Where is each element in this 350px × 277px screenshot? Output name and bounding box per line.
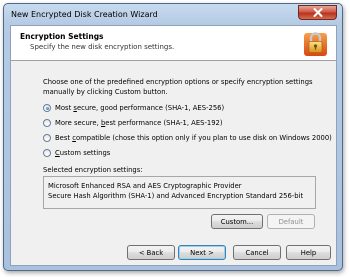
selected-settings-label: Selected encryption settings: bbox=[43, 166, 143, 174]
window-title: New Encrypted Disk Creation Wizard bbox=[11, 10, 158, 19]
instructions-line-1: Choose one of the predefined encryption … bbox=[43, 78, 313, 86]
selected-settings-line-2: Secure Hash Algorithm (SHA-1) and Advanc… bbox=[48, 192, 304, 200]
radio-button[interactable] bbox=[43, 119, 51, 127]
selected-settings-line-1: Microsoft Enhanced RSA and AES Cryptogra… bbox=[48, 182, 242, 190]
wizard-header: Encryption Settings Specify the new disk… bbox=[11, 26, 336, 61]
option-label: More secure, best performance (SHA-1, AE… bbox=[55, 119, 223, 127]
close-button[interactable] bbox=[298, 5, 337, 20]
access-key-letter: b bbox=[100, 119, 106, 127]
selected-settings-box: Microsoft Enhanced RSA and AES Cryptogra… bbox=[43, 176, 316, 209]
option-label: Best compatible (chose this option only … bbox=[55, 134, 332, 142]
title-bar[interactable]: New Encrypted Disk Creation Wizard bbox=[4, 4, 342, 25]
option-label: Custom settings bbox=[55, 149, 111, 157]
option-label: Most secure, good performance (SHA-1, AE… bbox=[55, 104, 225, 112]
wizard-body: Encryption Settings Specify the new disk… bbox=[10, 25, 337, 266]
option-custom-settings[interactable]: Custom settings bbox=[43, 149, 110, 157]
page-subtitle: Specify the new disk encryption settings… bbox=[30, 43, 175, 51]
radio-button[interactable] bbox=[43, 149, 51, 157]
page-title: Encryption Settings bbox=[20, 32, 104, 41]
option-more-secure[interactable]: More secure, best performance (SHA-1, AE… bbox=[43, 119, 223, 127]
radio-button[interactable] bbox=[43, 134, 51, 142]
radio-button-checked[interactable] bbox=[43, 104, 51, 112]
option-most-secure[interactable]: Most secure, good performance (SHA-1, AE… bbox=[43, 104, 224, 112]
padlock-icon bbox=[304, 32, 327, 56]
cancel-button[interactable]: Cancel bbox=[233, 245, 281, 260]
access-key-letter: c bbox=[72, 134, 76, 142]
next-button[interactable]: Next > bbox=[178, 245, 226, 260]
access-key-letter: s bbox=[73, 104, 77, 112]
custom-button[interactable]: Custom... bbox=[211, 214, 263, 229]
instructions-line-2: manually by clicking Custom button. bbox=[43, 88, 168, 96]
access-key-letter: C bbox=[55, 149, 60, 157]
help-button[interactable]: Help bbox=[286, 245, 331, 260]
default-button[interactable]: Default bbox=[267, 214, 315, 229]
instructions-text: Choose one of the predefined encryption … bbox=[43, 77, 323, 97]
back-button[interactable]: < Back bbox=[127, 245, 175, 260]
wizard-window: New Encrypted Disk Creation Wizard Encry… bbox=[3, 3, 343, 271]
option-best-compatible[interactable]: Best compatible (chose this option only … bbox=[43, 134, 332, 142]
close-icon bbox=[313, 8, 322, 17]
